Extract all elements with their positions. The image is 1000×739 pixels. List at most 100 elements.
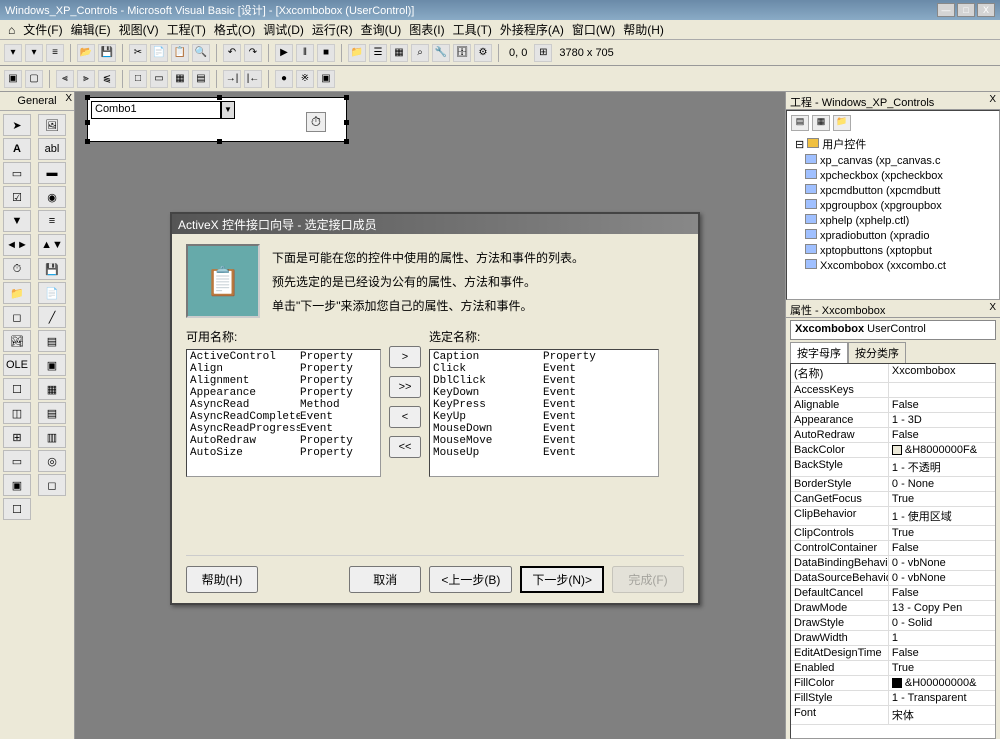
tree-item[interactable]: xptopbuttons (xptopbut — [791, 243, 995, 258]
shape-tool-icon[interactable]: ◻ — [3, 306, 31, 328]
list-item[interactable]: ClickEvent — [431, 363, 657, 375]
tab-categorized[interactable]: 按分类序 — [848, 342, 906, 363]
property-row[interactable]: Appearance1 - 3D — [791, 413, 995, 428]
available-listbox[interactable]: ActiveControlPropertyAlignPropertyAlignm… — [186, 349, 381, 477]
tab-alphabetic[interactable]: 按字母序 — [790, 342, 848, 363]
view-object-icon[interactable]: ▦ — [812, 115, 830, 131]
list-item[interactable]: CaptionProperty — [431, 351, 657, 363]
property-row[interactable]: ControlContainerFalse — [791, 541, 995, 556]
custom-tool-icon[interactable]: ☐ — [3, 378, 31, 400]
property-row[interactable]: Font宋体 — [791, 706, 995, 725]
tb-icon[interactable]: □ — [129, 70, 147, 88]
ole-tool-icon[interactable]: OLE — [3, 354, 31, 376]
cut-icon[interactable]: ✂ — [129, 44, 147, 62]
remove-button[interactable]: < — [389, 406, 421, 428]
list-item[interactable]: AutoRedrawProperty — [188, 435, 379, 447]
list-item[interactable]: KeyUpEvent — [431, 411, 657, 423]
new-project-icon[interactable]: ▾ — [4, 44, 22, 62]
next-button[interactable]: 下一步(N)> — [520, 566, 604, 593]
property-row[interactable]: DataBindingBehavi0 - vbNone — [791, 556, 995, 571]
maximize-button[interactable]: □ — [957, 3, 975, 17]
hscrollbar-tool-icon[interactable]: ◄► — [3, 234, 31, 256]
list-item[interactable]: ActiveControlProperty — [188, 351, 379, 363]
usercontrol-designer[interactable]: Combo1 ▼ ⏱ — [87, 97, 347, 142]
data-tool-icon[interactable]: ▤ — [38, 330, 66, 352]
menu-file[interactable]: 文件(F) — [20, 19, 65, 40]
property-row[interactable]: (名称)Xxcombobox — [791, 364, 995, 383]
custom-tool-icon[interactable]: ☐ — [3, 498, 31, 520]
component-icon[interactable]: ⚙ — [474, 44, 492, 62]
project-explorer-icon[interactable]: 📁 — [348, 44, 366, 62]
menu-diagram[interactable]: 图表(I) — [406, 19, 447, 40]
tb-icon[interactable]: ▦ — [171, 70, 189, 88]
outdent-icon[interactable]: |← — [244, 70, 262, 88]
tb-icon[interactable]: ▭ — [150, 70, 168, 88]
menu-window[interactable]: 窗口(W) — [569, 19, 618, 40]
custom-tool-icon[interactable]: ▤ — [38, 402, 66, 424]
listbox-tool-icon[interactable]: ≡ — [38, 210, 66, 232]
tree-folder[interactable]: 用户控件 — [822, 139, 866, 151]
custom-tool-icon[interactable]: ⊞ — [3, 426, 31, 448]
drivelistbox-tool-icon[interactable]: 💾 — [38, 258, 66, 280]
menu-view[interactable]: 视图(V) — [116, 19, 162, 40]
custom-tool-icon[interactable]: ◻ — [38, 474, 66, 496]
combo1-control[interactable]: Combo1 — [91, 101, 221, 119]
custom-tool-icon[interactable]: ◎ — [38, 450, 66, 472]
dirlistbox-tool-icon[interactable]: 📁 — [3, 282, 31, 304]
close-button[interactable]: X — [977, 3, 995, 17]
label-tool-icon[interactable]: A — [3, 138, 31, 160]
menu-project[interactable]: 工程(T) — [164, 19, 209, 40]
property-row[interactable]: BackColor&H8000000F& — [791, 443, 995, 458]
paste-icon[interactable]: 📋 — [171, 44, 189, 62]
property-row[interactable]: ClipControlsTrue — [791, 526, 995, 541]
bring-front-icon[interactable]: ▣ — [4, 70, 22, 88]
property-row[interactable]: FillColor&H00000000& — [791, 676, 995, 691]
list-item[interactable]: MouseUpEvent — [431, 447, 657, 459]
property-row[interactable]: DrawWidth1 — [791, 631, 995, 646]
tree-item[interactable]: xphelp (xphelp.ctl) — [791, 213, 995, 228]
toolbox-icon[interactable]: 🔧 — [432, 44, 450, 62]
custom-tool-icon[interactable]: ◫ — [3, 402, 31, 424]
menu-addins[interactable]: 外接程序(A) — [497, 19, 567, 40]
list-item[interactable]: MouseMoveEvent — [431, 435, 657, 447]
combo-dropdown-icon[interactable]: ▼ — [221, 101, 235, 119]
minimize-button[interactable]: — — [937, 3, 955, 17]
combobox-tool-icon[interactable]: ▼ — [3, 210, 31, 232]
list-item[interactable]: AsyncReadProgressEvent — [188, 423, 379, 435]
find-icon[interactable]: 🔍 — [192, 44, 210, 62]
open-icon[interactable]: 📂 — [77, 44, 95, 62]
timer-control[interactable]: ⏱ — [306, 112, 326, 132]
tree-item[interactable]: Xxcombobox (xxcombo.ct — [791, 258, 995, 273]
save-icon[interactable]: 💾 — [98, 44, 116, 62]
copy-icon[interactable]: 📄 — [150, 44, 168, 62]
close-icon[interactable]: X — [989, 94, 996, 107]
timer-tool-icon[interactable]: ⏱ — [3, 258, 31, 280]
property-row[interactable]: BackStyle1 - 不透明 — [791, 458, 995, 477]
breakpoint-icon[interactable]: ● — [275, 70, 293, 88]
design-area[interactable]: Combo1 ▼ ⏱ ActiveX 控件接口向导 - 选定接口成员 📋 下面是… — [75, 92, 785, 739]
bookmark-icon[interactable]: ▣ — [317, 70, 335, 88]
tree-item[interactable]: xpgroupbox (xpgroupbox — [791, 198, 995, 213]
menu-format[interactable]: 格式(O) — [211, 19, 258, 40]
property-row[interactable]: FillStyle1 - Transparent — [791, 691, 995, 706]
property-row[interactable]: ClipBehavior1 - 使用区域 — [791, 507, 995, 526]
vscrollbar-tool-icon[interactable]: ▲▼ — [38, 234, 66, 256]
commandbutton-tool-icon[interactable]: ▬ — [38, 162, 66, 184]
back-button[interactable]: <上一步(B) — [429, 566, 512, 593]
list-item[interactable]: AppearanceProperty — [188, 387, 379, 399]
optionbutton-tool-icon[interactable]: ◉ — [38, 186, 66, 208]
data-view-icon[interactable]: 🗄 — [453, 44, 471, 62]
add-all-button[interactable]: >> — [389, 376, 421, 398]
send-back-icon[interactable]: ▢ — [25, 70, 43, 88]
object-selector[interactable]: Xxcombobox UserControl — [790, 320, 996, 340]
line-tool-icon[interactable]: ╱ — [38, 306, 66, 328]
property-row[interactable]: AlignableFalse — [791, 398, 995, 413]
custom-tool-icon[interactable]: ▣ — [3, 474, 31, 496]
property-row[interactable]: AccessKeys — [791, 383, 995, 398]
undo-icon[interactable]: ↶ — [223, 44, 241, 62]
property-row[interactable]: EnabledTrue — [791, 661, 995, 676]
close-icon[interactable]: X — [989, 302, 996, 315]
property-row[interactable]: DefaultCancelFalse — [791, 586, 995, 601]
menu-query[interactable]: 查询(U) — [358, 19, 405, 40]
property-row[interactable]: DrawMode13 - Copy Pen — [791, 601, 995, 616]
